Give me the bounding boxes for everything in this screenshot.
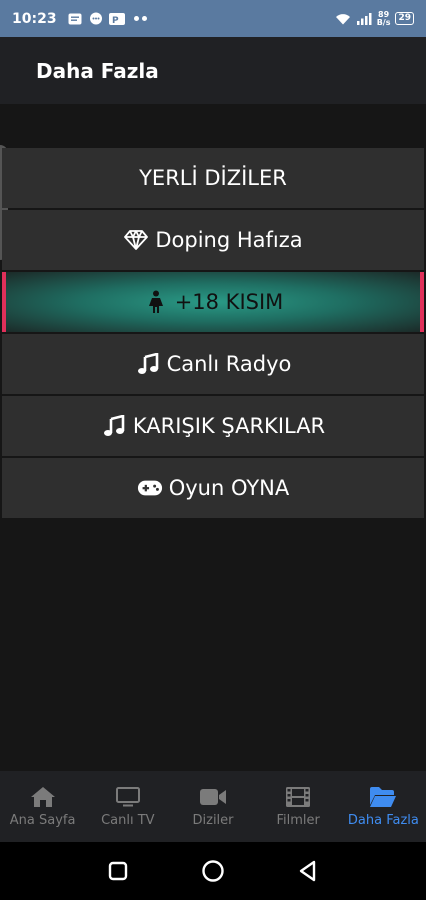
nav-label: Filmler — [276, 813, 320, 828]
film-icon — [285, 785, 311, 809]
page-title: Daha Fazla — [36, 58, 159, 83]
menu-item-yerli-diziler[interactable]: YERLİ DİZİLER — [2, 148, 424, 208]
music-icon — [101, 414, 127, 438]
status-time: 10:23 — [12, 10, 57, 27]
menu-item-label: Oyun OYNA — [168, 476, 290, 500]
nav-item-daha-fazla[interactable]: Daha Fazla — [341, 771, 426, 842]
recent-apps-button[interactable] — [103, 856, 133, 886]
nav-label: Ana Sayfa — [9, 813, 76, 828]
tv-icon — [115, 785, 141, 809]
network-speed: 89 B/s — [376, 10, 391, 27]
home-button[interactable] — [198, 856, 228, 886]
nav-item-diziler[interactable]: Diziler — [170, 771, 255, 842]
menu-item-label: YERLİ DİZİLER — [139, 166, 287, 190]
menu-item-oyun-oyna[interactable]: Oyun OYNA — [2, 458, 424, 518]
nav-item-ana-sayfa[interactable]: Ana Sayfa — [0, 771, 85, 842]
wifi-icon — [335, 12, 351, 26]
menu-item-label: KARIŞIK ŞARKILAR — [132, 414, 326, 438]
signal-icon — [356, 12, 372, 26]
menu-item-label: Doping Hafıza — [155, 228, 303, 252]
gamepad-icon — [137, 476, 163, 500]
more-notifications-icon — [133, 16, 147, 21]
video-camera-icon — [199, 785, 227, 809]
diamond-icon — [123, 228, 149, 252]
status-indicators: 89 B/s 29 — [335, 10, 414, 27]
bottom-navigation: Ana Sayfa Canlı TV Diziler Filmler Daha … — [0, 771, 426, 842]
svg-text:P: P — [112, 16, 119, 26]
menu-item-label: +18 KISIM — [174, 290, 284, 314]
network-speed-unit: B/s — [376, 17, 391, 27]
menu-item-18-kisim[interactable]: +18 KISIM — [2, 272, 424, 332]
app-bar: Daha Fazla — [0, 37, 426, 104]
message-icon — [67, 12, 83, 26]
female-icon — [143, 290, 169, 314]
nav-label: Diziler — [192, 813, 234, 828]
battery-icon: 29 — [395, 12, 414, 25]
home-icon — [30, 785, 56, 809]
nav-item-canli-tv[interactable]: Canlı TV — [85, 771, 170, 842]
music-icon — [135, 352, 161, 376]
menu-item-canli-radyo[interactable]: Canlı Radyo — [2, 334, 424, 394]
more-menu-list: YERLİ DİZİLER Doping Hafıza +18 KISIM Ca… — [2, 148, 424, 520]
menu-item-label: Canlı Radyo — [166, 352, 292, 376]
nav-item-filmler[interactable]: Filmler — [256, 771, 341, 842]
back-button[interactable] — [293, 856, 323, 886]
notification-icons: P — [67, 12, 147, 26]
menu-item-doping-hafiza[interactable]: Doping Hafıza — [2, 210, 424, 270]
nav-label: Canlı TV — [101, 813, 155, 828]
app-icon: P — [108, 12, 125, 26]
nav-label: Daha Fazla — [347, 813, 419, 828]
system-navigation-bar — [0, 842, 426, 900]
folder-open-icon — [369, 785, 397, 809]
menu-item-karisik-sarkilar[interactable]: KARIŞIK ŞARKILAR — [2, 396, 424, 456]
status-bar: 10:23 P 89 B/s 29 — [0, 0, 426, 37]
chat-icon — [88, 12, 104, 26]
